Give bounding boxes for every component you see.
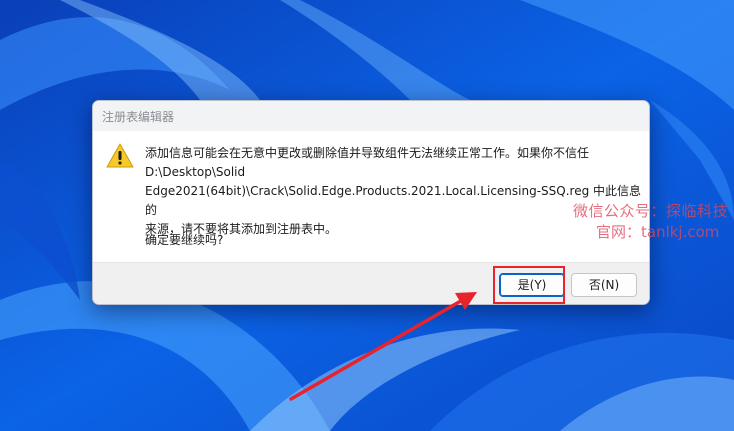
dialog-titlebar[interactable]: 注册表编辑器	[93, 101, 649, 131]
dialog-content: 添加信息可能会在无意中更改或删除值并导致组件无法继续正常工作。如果你不信任 D:…	[93, 131, 649, 262]
watermark-website: 官网：tanlkj.com	[596, 223, 720, 241]
dialog-question: 确定要继续吗?	[145, 233, 224, 247]
no-button[interactable]: 否(N)	[571, 273, 637, 297]
dialog-button-bar: 是(Y) 否(N)	[93, 262, 649, 304]
watermark-wechat: 微信公众号：探临科技	[573, 202, 729, 220]
dialog-message: 添加信息可能会在无意中更改或删除值并导致组件无法继续正常工作。如果你不信任 D:…	[145, 146, 642, 236]
warning-icon	[106, 143, 134, 168]
dialog-title: 注册表编辑器	[102, 110, 175, 124]
yes-button-highlight-box	[493, 266, 565, 304]
registry-editor-dialog: 注册表编辑器 添加信息可能会在无意中更改或删除值并导致组件无法继续正常工作。如果…	[92, 100, 650, 305]
